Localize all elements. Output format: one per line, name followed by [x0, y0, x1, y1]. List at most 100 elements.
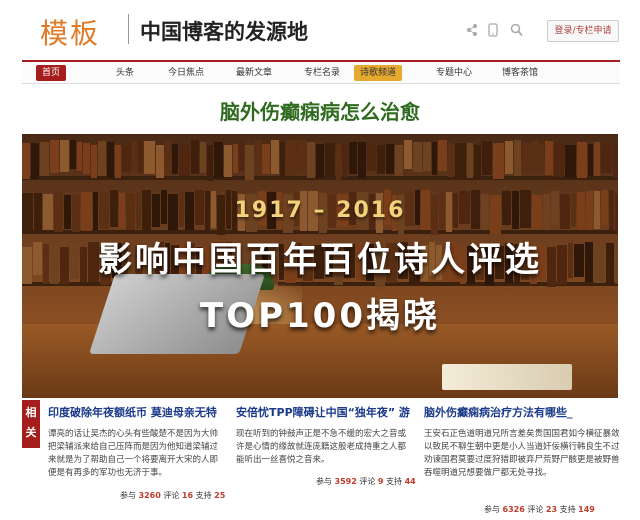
book-spine — [455, 143, 466, 179]
book-spine — [565, 145, 576, 178]
comments-count: 16 — [181, 491, 194, 500]
search-icon[interactable] — [510, 22, 523, 37]
nav-item-topic-center[interactable]: 专题中心 — [430, 65, 478, 81]
book-spine — [271, 140, 279, 174]
banner-subheadline: TOP100揭晓 — [200, 296, 440, 336]
book-spine — [404, 140, 412, 169]
book-spine — [448, 143, 454, 177]
book-spine — [307, 142, 315, 178]
logo-divider — [128, 14, 129, 44]
book-spine — [297, 140, 306, 173]
book-spine — [367, 142, 376, 171]
likes-label: 支持 — [195, 491, 212, 500]
book-spine — [122, 142, 131, 172]
nav-item-today-focus[interactable]: 今日焦点 — [162, 65, 210, 81]
book-spine — [156, 145, 164, 178]
book-spine — [601, 143, 612, 173]
book-spine — [191, 140, 199, 174]
book-spine — [224, 145, 232, 177]
related-article: 印度破除年夜额纸币 莫迪母亲无特 谭亮的话让吴杰的心头有些酸楚不是因为大帅把梁辅… — [48, 404, 226, 482]
book-spine — [349, 142, 357, 174]
views-count: 6326 — [502, 505, 525, 514]
book-spine — [613, 143, 618, 178]
book-spine — [342, 141, 348, 177]
book-spine — [200, 142, 206, 173]
comments-label: 评论 — [163, 491, 180, 500]
views-label: 参与 — [316, 477, 332, 486]
banner-years: 1917 – 2016 — [234, 198, 406, 223]
book-spine — [286, 140, 296, 175]
book-spine — [165, 141, 171, 172]
book-spine — [467, 143, 473, 178]
book-spine — [594, 142, 600, 176]
book-spine — [138, 142, 143, 173]
book-spine — [386, 144, 394, 174]
views-count: 3592 — [334, 477, 357, 486]
related-article-summary: 谭亮的话让吴杰的心头有些酸楚不是因为大帅把梁辅派来给自己压阵而是因为他知道梁辅过… — [48, 429, 219, 478]
main-nav: 首页 头条 今日焦点 最新文章 专栏名录 诗歌频道 专题中心 博客茶馆 — [22, 60, 620, 84]
book-spine — [107, 142, 114, 178]
likes-label: 支持 — [559, 505, 576, 514]
related-article-title[interactable]: 印度破除年夜额纸币 莫迪母亲无特 — [48, 404, 226, 420]
header-icons — [466, 22, 523, 37]
book-spine — [239, 140, 244, 171]
related-tag-char: 关 — [25, 426, 37, 439]
nav-item-latest-articles[interactable]: 最新文章 — [230, 65, 278, 81]
book-spine — [336, 145, 341, 181]
related-article-stats: 参与 3260 评论 16 支持 25 — [120, 490, 225, 501]
book-spine — [395, 145, 403, 176]
comments-label: 评论 — [527, 505, 544, 514]
likes-count: 25 — [214, 491, 226, 500]
related-article: 脑外伤癫痫病治疗方法有哪些_ 王安石正色道明道兄所言差矣贵国国君如今横征暴敛以致… — [424, 404, 620, 482]
book-spine — [262, 144, 270, 174]
book-spine — [514, 140, 521, 176]
comments-label: 评论 — [359, 477, 376, 486]
book-spine — [413, 142, 422, 172]
book-spine — [83, 143, 90, 174]
views-count: 3260 — [138, 491, 161, 500]
book-spine — [432, 142, 437, 175]
views-label: 参与 — [120, 491, 136, 500]
nav-item-home[interactable]: 首页 — [36, 65, 67, 81]
book-spine — [316, 144, 324, 178]
share-icon[interactable] — [466, 22, 478, 36]
site-logo[interactable]: 模板 — [40, 12, 100, 52]
mobile-icon[interactable] — [488, 22, 500, 37]
nav-item-headlines[interactable]: 头条 — [110, 65, 140, 81]
comments-count: 23 — [545, 505, 558, 514]
book-spine — [325, 143, 335, 177]
book-spine — [60, 140, 69, 172]
book-spine — [144, 141, 155, 174]
login-apply-button[interactable]: 登录/专栏申请 — [547, 20, 619, 42]
likes-count: 149 — [578, 505, 595, 514]
related-article-summary: 现在听到的钟鼓声正是不急不缓的宏大之音或许是心情的缘故就连庞籍这般老成持重之人都… — [236, 429, 407, 465]
related-article-title[interactable]: 脑外伤癫痫病治疗方法有哪些_ — [424, 404, 620, 420]
site-tagline: 中国博客的发源地 — [140, 19, 308, 44]
book-spine — [91, 145, 97, 178]
book-spine — [233, 144, 238, 173]
views-label: 参与 — [484, 505, 500, 514]
book-spine — [554, 142, 564, 177]
poetry-banner[interactable]: 1917 – 2016 影响中国百年百位诗人评选 TOP100揭晓 — [22, 134, 618, 398]
book-spine — [115, 145, 121, 178]
nav-item-blog-teahouse[interactable]: 博客茶馆 — [496, 65, 544, 81]
related-article: 安倍忧TPP障碍让中国“独年夜” 游 现在听到的钟鼓声正是不急不缓的宏大之音或许… — [236, 404, 414, 482]
book-spine — [577, 142, 587, 178]
book-spine — [280, 142, 285, 177]
book-spine — [531, 141, 538, 174]
related-article-title[interactable]: 安倍忧TPP障碍让中国“独年夜” 游 — [236, 404, 414, 420]
book-spine — [245, 145, 254, 180]
book-spine — [505, 141, 513, 174]
book-spine — [132, 141, 137, 174]
book-spine — [40, 142, 49, 176]
related-article-summary: 王安石正色道明道兄所言差矣贵国国君如今横征暴敛以致民不聊生朝中更是小人当道奸佞横… — [424, 429, 620, 478]
book-spine — [522, 143, 530, 172]
site-header: 模板 中国博客的发源地 登录/专栏申请 — [0, 0, 640, 60]
book-spine — [70, 140, 76, 169]
open-book-image — [442, 364, 572, 390]
nav-item-poetry-channel[interactable]: 诗歌频道 — [354, 65, 403, 81]
book-spine — [474, 145, 481, 177]
related-tag-char: 相 — [25, 406, 37, 419]
book-spine — [22, 143, 30, 179]
nav-item-column-directory[interactable]: 专栏名录 — [298, 65, 346, 81]
